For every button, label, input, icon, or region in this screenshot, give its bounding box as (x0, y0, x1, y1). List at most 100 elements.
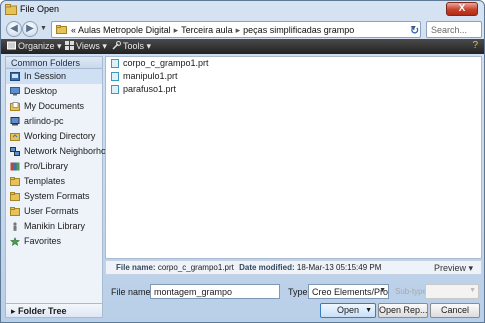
part-file-icon (111, 72, 119, 81)
file-info-bar: File name: corpo_c_grampo1.prt Date modi… (105, 260, 482, 275)
tools-menu[interactable]: Tools ▾ (112, 41, 151, 52)
sidebar-item-favorites[interactable]: Favorites (6, 234, 102, 249)
chevron-down-icon: ▼ (469, 287, 476, 294)
sidebar-item-templates[interactable]: Templates (6, 174, 102, 189)
network-icon (10, 147, 20, 156)
sidebar-item-desktop[interactable]: Desktop (6, 84, 102, 99)
subtype-label: Sub-type (395, 287, 428, 296)
sidebar-item-manikin-library[interactable]: Manikin Library (6, 219, 102, 234)
subtype-select[interactable]: ▼ (425, 284, 479, 299)
sidebar-item-label: Pro/Library (24, 161, 69, 171)
open-button-label: Open (336, 305, 360, 315)
sidebar-item-user-formats[interactable]: User Formats (6, 204, 102, 219)
folder-icon (10, 192, 20, 201)
info-file-name-label: File name: (116, 263, 156, 272)
back-button[interactable]: ◀ (6, 21, 22, 37)
computer-icon (10, 117, 20, 126)
working-directory-icon (10, 133, 20, 141)
tools-icon (112, 41, 121, 50)
sidebar-item-label: Working Directory (24, 131, 96, 141)
command-toolbar: Organize ▾ Views ▾ Tools ▾ ? (1, 39, 484, 54)
common-folders-panel: Common Folders In Session Desktop My Doc… (5, 56, 116, 318)
views-icon (65, 41, 74, 50)
list-item[interactable]: parafuso1.prt (106, 83, 481, 96)
library-icon (10, 162, 20, 171)
sidebar-item-system-formats[interactable]: System Formats (6, 189, 102, 204)
window-title: File Open (20, 4, 60, 14)
file-name: parafuso1.prt (123, 84, 177, 94)
desktop-icon (10, 87, 20, 96)
open-form: File name montagem_grampo Type Creo Elem… (105, 281, 482, 321)
list-item[interactable]: corpo_c_grampo1.prt (106, 57, 481, 70)
views-label: Views ▾ (76, 41, 107, 51)
open-rep-button[interactable]: Open Rep... (378, 303, 428, 318)
sidebar-item-pro-library[interactable]: Pro/Library (6, 159, 102, 174)
info-file-name: corpo_c_grampo1.prt (157, 263, 234, 272)
type-select-value: Creo Elements/Pro (312, 287, 389, 297)
cancel-button[interactable]: Cancel (430, 303, 480, 318)
part-file-icon (111, 59, 119, 68)
file-name-field[interactable]: montagem_grampo (150, 284, 280, 299)
list-item[interactable]: manipulo1.prt (106, 70, 481, 83)
chevron-down-icon[interactable]: ▼ (365, 304, 372, 317)
views-menu[interactable]: Views ▾ (65, 41, 107, 52)
sidebar-item-label: Desktop (24, 86, 58, 96)
breadcrumb-separator-icon[interactable]: ▸ (174, 25, 179, 35)
title-bar: File Open X (1, 1, 484, 19)
sidebar-item-label: User Formats (24, 206, 79, 216)
address-bar: ◀ ▶ ▼ « Aulas Metropole Digital ▸ Terceira… (6, 21, 482, 38)
open-button[interactable]: Open ▼ (320, 303, 376, 318)
help-icon[interactable]: ? (472, 40, 478, 51)
tools-label: Tools ▾ (123, 41, 152, 51)
breadcrumb: « Aulas Metropole Digital ▸ Terceira aula ▸… (71, 25, 354, 36)
breadcrumb-separator-icon[interactable]: ▸ (236, 25, 241, 35)
breadcrumb-item[interactable]: Aulas Metropole Digital (78, 25, 171, 35)
close-button[interactable]: X (446, 2, 478, 16)
sidebar-item-label: My Documents (24, 101, 85, 111)
file-open-icon (5, 4, 17, 15)
info-date: 18-Mar-13 05:15:49 PM (296, 263, 382, 272)
documents-folder-icon (10, 102, 20, 111)
organize-menu[interactable]: Organize ▾ (7, 41, 62, 52)
chevron-down-icon: ▼ (379, 287, 386, 294)
breadcrumb-prefix[interactable]: « (71, 25, 76, 35)
type-label: Type (288, 287, 308, 297)
path-field[interactable]: « Aulas Metropole Digital ▸ Terceira aula ▸… (51, 21, 421, 38)
organize-label: Organize ▾ (18, 41, 62, 51)
preview-toggle[interactable]: Preview ▾ (434, 262, 473, 275)
common-folders-header: Common Folders (6, 57, 102, 69)
session-icon (10, 72, 20, 81)
info-date-label: Date modified: (239, 263, 295, 272)
file-name: manipulo1.prt (123, 71, 178, 81)
sidebar-item-label: arlindo-pc (24, 116, 64, 126)
folder-icon (10, 177, 20, 186)
search-input[interactable]: Search... (426, 21, 482, 38)
favorites-icon (10, 237, 20, 246)
breadcrumb-item[interactable]: Terceira aula (181, 25, 233, 35)
folder-icon (56, 25, 67, 34)
sidebar-item-label: Favorites (24, 236, 62, 246)
history-dropdown-icon[interactable]: ▼ (40, 25, 47, 32)
forward-button[interactable]: ▶ (22, 21, 38, 37)
sidebar-item-label: Templates (24, 176, 66, 186)
file-name: corpo_c_grampo1.prt (123, 58, 209, 68)
manikin-icon (13, 222, 17, 231)
sidebar-item-in-session[interactable]: In Session (6, 69, 102, 84)
sidebar-item-label: Manikin Library (24, 221, 86, 231)
file-open-dialog: File Open X ◀ ▶ ▼ « Aulas Metropole Digi… (0, 0, 485, 323)
sidebar-item-arlindo-pc[interactable]: arlindo-pc (6, 114, 102, 129)
refresh-icon[interactable]: ↻ (410, 24, 419, 37)
folder-icon (10, 207, 20, 216)
sidebar-item-working-directory[interactable]: Working Directory (6, 129, 102, 144)
sidebar-item-network-neighborhood[interactable]: Network Neighborhood (6, 144, 116, 159)
folder-tree-toggle[interactable]: ▸ Folder Tree (6, 303, 102, 317)
sidebar-item-label: In Session (24, 71, 67, 81)
sidebar-item-label: System Formats (24, 191, 90, 201)
organize-icon (7, 41, 16, 50)
breadcrumb-item[interactable]: peças simplificadas grampo (243, 25, 354, 35)
part-file-icon (111, 85, 119, 94)
file-list: corpo_c_grampo1.prt manipulo1.prt parafu… (105, 56, 482, 259)
sidebar-item-label: Network Neighborhood (24, 146, 117, 156)
type-select[interactable]: Creo Elements/Pro ▼ (308, 284, 389, 299)
sidebar-item-my-documents[interactable]: My Documents (6, 99, 102, 114)
